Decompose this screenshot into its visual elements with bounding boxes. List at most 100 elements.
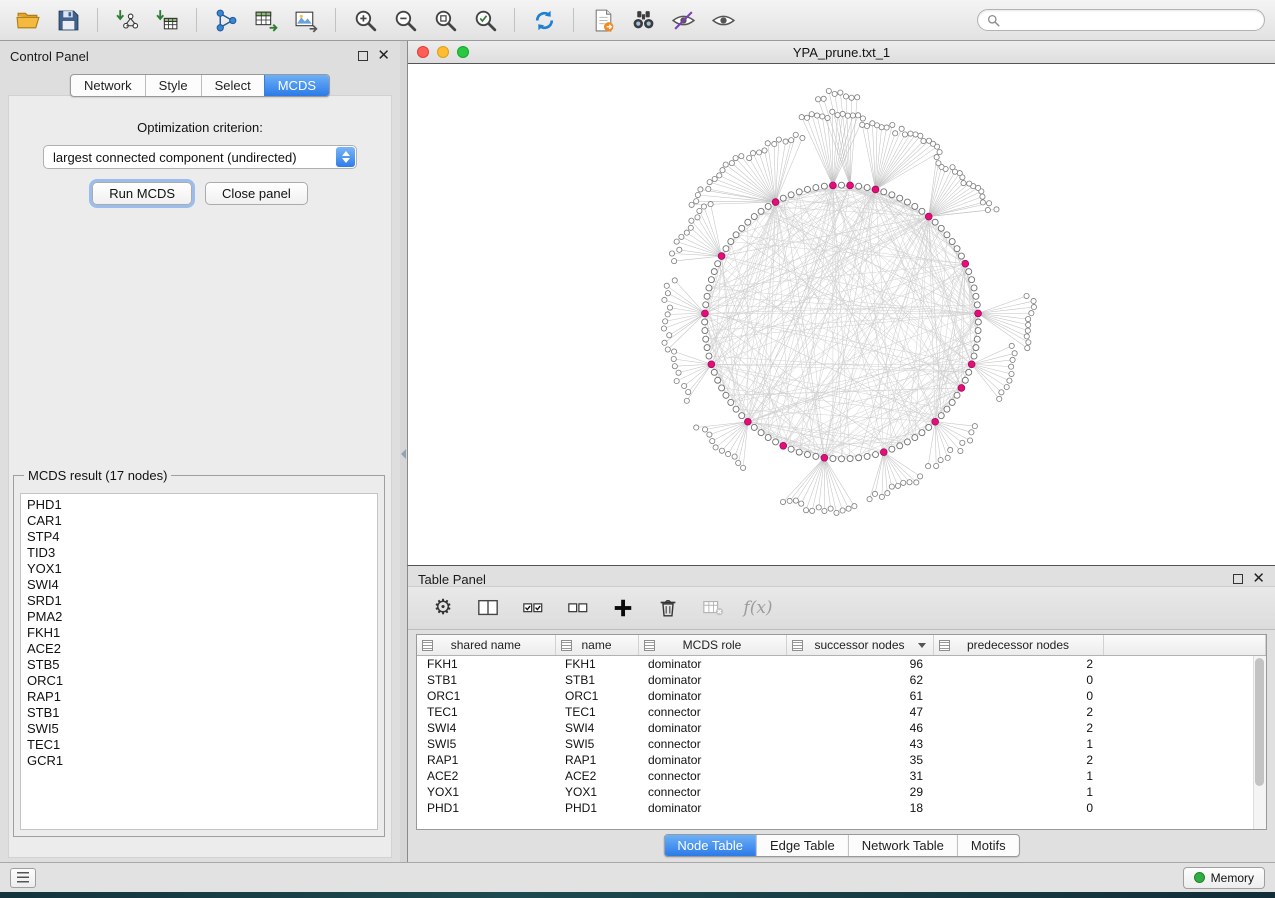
column-menu-icon[interactable] <box>644 640 655 651</box>
table-cell: 18 <box>786 800 933 816</box>
search-input[interactable] <box>1006 12 1255 28</box>
show-columns-button[interactable] <box>473 593 503 623</box>
window-controls <box>417 46 469 58</box>
close-panel-icon[interactable]: ✕ <box>377 51 390 61</box>
tab-network[interactable]: Network <box>71 75 145 96</box>
table-row[interactable]: SWI5SWI5connector431 <box>417 736 1266 752</box>
criterion-dropdown[interactable]: largest connected component (undirected) <box>43 145 357 169</box>
panel-menu-button[interactable] <box>10 868 36 888</box>
mcds-result-item[interactable]: ORC1 <box>27 673 371 689</box>
open-folder-icon <box>16 8 41 33</box>
zoom-fit-button[interactable] <box>427 5 463 35</box>
clone-network-button[interactable] <box>585 5 621 35</box>
collapse-panel-icon[interactable] <box>401 449 406 459</box>
column-header-successor-nodes[interactable]: successor nodes <box>786 635 933 656</box>
mcds-result-item[interactable]: PHD1 <box>27 497 371 513</box>
function-builder-button[interactable]: f(x) <box>743 593 773 623</box>
close-table-panel-icon[interactable]: ✕ <box>1252 574 1265 584</box>
column-menu-icon[interactable] <box>561 640 572 651</box>
table-row[interactable]: STB1STB1dominator620 <box>417 672 1266 688</box>
mcds-result-item[interactable]: SWI4 <box>27 577 371 593</box>
import-network-button[interactable] <box>109 5 145 35</box>
delete-table-button[interactable] <box>698 593 728 623</box>
table-scrollbar[interactable] <box>1253 656 1266 829</box>
scrollbar-thumb[interactable] <box>1255 658 1264 786</box>
open-file-button[interactable] <box>10 5 46 35</box>
zoom-out-button[interactable] <box>387 5 423 35</box>
mcds-result-item[interactable]: STB5 <box>27 657 371 673</box>
table-row[interactable]: ACE2ACE2connector311 <box>417 768 1266 784</box>
import-table-button[interactable] <box>149 5 185 35</box>
search-box[interactable] <box>977 9 1265 31</box>
dropdown-stepper-icon <box>336 147 355 167</box>
mcds-result-item[interactable]: PMA2 <box>27 609 371 625</box>
search-network-button[interactable] <box>625 5 661 35</box>
table-row[interactable]: ORC1ORC1dominator610 <box>417 688 1266 704</box>
run-mcds-button[interactable]: Run MCDS <box>92 182 192 205</box>
export-network-icon <box>214 8 239 33</box>
mcds-result-item[interactable]: SRD1 <box>27 593 371 609</box>
tab-node-table[interactable]: Node Table <box>664 835 756 856</box>
column-menu-icon[interactable] <box>792 640 803 651</box>
float-panel-icon[interactable] <box>358 51 368 61</box>
column-header-mcds-role[interactable]: MCDS role <box>638 635 786 656</box>
save-session-button[interactable] <box>50 5 86 35</box>
tab-motifs[interactable]: Motifs <box>957 835 1019 856</box>
tab-edge-table[interactable]: Edge Table <box>756 835 848 856</box>
memory-button[interactable]: Memory <box>1183 867 1265 889</box>
vertical-splitter[interactable] <box>400 41 407 862</box>
export-network-button[interactable] <box>208 5 244 35</box>
mcds-result-item[interactable]: YOX1 <box>27 561 371 577</box>
select-all-columns-button[interactable] <box>518 593 548 623</box>
table-row[interactable]: RAP1RAP1dominator352 <box>417 752 1266 768</box>
mcds-result-item[interactable]: TEC1 <box>27 737 371 753</box>
mcds-result-item[interactable]: STB1 <box>27 705 371 721</box>
maximize-window-icon[interactable] <box>457 46 469 58</box>
close-mcds-panel-button[interactable]: Close panel <box>205 182 308 205</box>
zoom-selected-button[interactable] <box>467 5 503 35</box>
mcds-result-item[interactable]: CAR1 <box>27 513 371 529</box>
tab-style[interactable]: Style <box>145 75 201 96</box>
mcds-result-item[interactable]: RAP1 <box>27 689 371 705</box>
column-menu-icon[interactable] <box>939 640 950 651</box>
hide-graphics-button[interactable] <box>665 5 701 35</box>
table-row[interactable]: YOX1YOX1connector291 <box>417 784 1266 800</box>
tab-mcds[interactable]: MCDS <box>264 75 329 96</box>
document-share-icon <box>591 8 616 33</box>
column-header-predecessor-nodes[interactable]: predecessor nodes <box>933 635 1103 656</box>
mcds-result-item[interactable]: TID3 <box>27 545 371 561</box>
tab-network-table[interactable]: Network Table <box>848 835 957 856</box>
toolbar-separator <box>196 8 197 32</box>
table-row[interactable]: SWI4SWI4dominator462 <box>417 720 1266 736</box>
float-table-panel-icon[interactable] <box>1233 574 1243 584</box>
column-header-name[interactable]: name <box>555 635 638 656</box>
table-row[interactable]: TEC1TEC1connector472 <box>417 704 1266 720</box>
column-menu-icon[interactable] <box>422 640 433 651</box>
column-header-shared-name[interactable]: shared name <box>417 635 555 656</box>
show-graphics-button[interactable] <box>705 5 741 35</box>
mcds-result-item[interactable]: FKH1 <box>27 625 371 641</box>
close-window-icon[interactable] <box>417 46 429 58</box>
mcds-panel-body: Optimization criterion: largest connecte… <box>8 95 392 858</box>
table-settings-button[interactable]: ⚙ <box>428 593 458 623</box>
table-cell: 62 <box>786 672 933 688</box>
sort-descending-icon[interactable] <box>918 643 926 648</box>
mcds-result-item[interactable]: STP4 <box>27 529 371 545</box>
tab-select[interactable]: Select <box>201 75 264 96</box>
mcds-result-item[interactable]: ACE2 <box>27 641 371 657</box>
export-image-button[interactable] <box>288 5 324 35</box>
apply-layout-button[interactable] <box>526 5 562 35</box>
optimization-criterion-label: Optimization criterion: <box>9 120 391 135</box>
table-row[interactable]: FKH1FKH1dominator962 <box>417 656 1266 673</box>
create-column-button[interactable] <box>608 593 638 623</box>
network-canvas[interactable] <box>408 64 1275 565</box>
deselect-all-columns-button[interactable] <box>563 593 593 623</box>
delete-column-button[interactable] <box>653 593 683 623</box>
mcds-result-item[interactable]: GCR1 <box>27 753 371 769</box>
export-table-button[interactable] <box>248 5 284 35</box>
mcds-result-list[interactable]: PHD1CAR1STP4TID3YOX1SWI4SRD1PMA2FKH1ACE2… <box>20 493 378 830</box>
zoom-in-button[interactable] <box>347 5 383 35</box>
mcds-result-item[interactable]: SWI5 <box>27 721 371 737</box>
minimize-window-icon[interactable] <box>437 46 449 58</box>
table-row[interactable]: PHD1PHD1dominator180 <box>417 800 1266 816</box>
